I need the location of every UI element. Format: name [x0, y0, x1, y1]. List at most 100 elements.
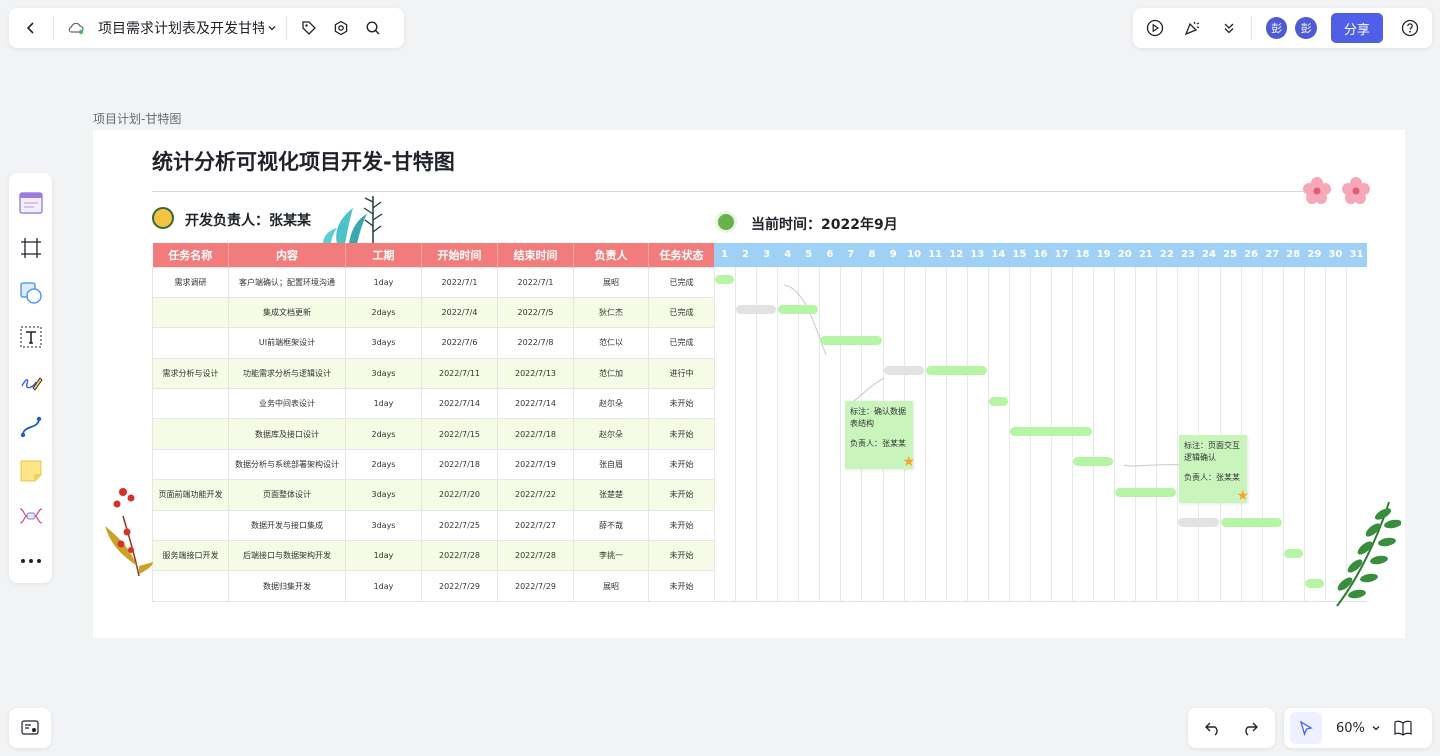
table-cell: 需求调研: [152, 266, 229, 298]
undo-icon[interactable]: [1197, 712, 1229, 744]
owner-avatar-icon: [152, 207, 174, 229]
table-cell: 2022/7/28: [497, 540, 574, 572]
table-cell: 李挑一: [573, 540, 649, 572]
table-cell: [152, 296, 229, 329]
table-cell: 客户端确认；配置环境沟通: [228, 266, 346, 298]
table-cell: 后端接口与数据架构开发: [228, 540, 346, 572]
table-cell: 功能需求分析与逻辑设计: [228, 357, 346, 390]
dependency-lines: [783, 284, 1185, 467]
table-cell: 范仁加: [573, 357, 649, 390]
template-icon[interactable]: [9, 181, 52, 226]
divider: [1250, 16, 1252, 40]
column-header: 工期: [345, 243, 422, 267]
table-cell: 2022/7/29: [497, 570, 574, 602]
table-row: 数据开发与接口集成 3days 2022/7/25 2022/7/27 薛不哉 未开始: [152, 509, 715, 542]
avatar[interactable]: 彭: [1295, 17, 1317, 39]
table-cell: 展昭: [573, 266, 649, 298]
note-text: 标注：页面交互: [1184, 441, 1240, 450]
table-cell: 2022/7/6: [421, 327, 498, 359]
gantt-bar[interactable]: [1178, 518, 1219, 528]
table-cell: 2days: [345, 418, 422, 450]
table-cell: 未开始: [648, 418, 715, 450]
gantt-bar[interactable]: [1220, 518, 1282, 528]
pen-icon[interactable]: [9, 360, 52, 405]
top-left-toolbar: 项目需求计划表及开发甘特图: [9, 8, 404, 48]
table-cell: 1day: [345, 266, 422, 298]
gantt-bar[interactable]: [988, 396, 1008, 406]
note-text: 逻辑确认: [1184, 453, 1216, 462]
gantt-bar[interactable]: [925, 366, 987, 376]
connector-icon[interactable]: [9, 404, 52, 449]
gantt-bar[interactable]: [820, 335, 882, 345]
table-cell: 已完成: [648, 266, 715, 298]
divider: [53, 16, 54, 40]
help-icon[interactable]: [1395, 12, 1426, 44]
frame-label[interactable]: 项目计划-甘特图: [93, 110, 181, 127]
left-toolbar: [9, 173, 52, 583]
board-map-toolbar: [9, 708, 51, 748]
table-cell: [152, 448, 229, 481]
annotation-note[interactable]: 标注：确认数据 表结构 负责人：张某某 ★: [845, 401, 915, 469]
gantt-bar[interactable]: [1283, 548, 1303, 558]
gantt-bar[interactable]: [1009, 427, 1093, 436]
table-cell: 未开始: [648, 570, 715, 602]
book-icon[interactable]: [1387, 712, 1419, 744]
table-cell: 2022/7/14: [421, 388, 498, 420]
table-cell: 2022/7/15: [421, 418, 498, 450]
cloud-sync-icon: [60, 12, 92, 44]
gantt-bar[interactable]: [778, 305, 819, 315]
gantt-bar[interactable]: [715, 275, 735, 284]
chevron-down-icon[interactable]: [1365, 712, 1387, 744]
table-cell: 集成文档更新: [228, 296, 346, 329]
table-cell: 3days: [345, 479, 422, 511]
table-cell: 3days: [345, 509, 422, 542]
minimap-icon[interactable]: [14, 712, 46, 744]
column-header: 任务名称: [152, 243, 229, 267]
document-title[interactable]: 项目需求计划表及开发甘特图: [98, 18, 264, 38]
chevron-down-icon[interactable]: [264, 12, 280, 44]
berry-decoration: [105, 488, 153, 577]
search-icon[interactable]: [357, 12, 389, 44]
back-icon[interactable]: [15, 12, 47, 44]
sticky-note-icon[interactable]: [9, 449, 52, 494]
tag-icon[interactable]: [293, 12, 325, 44]
gantt-bar[interactable]: [1304, 579, 1324, 588]
table-row: 需求分析与设计 功能需求分析与逻辑设计 3days 2022/7/11 2022/7/1…: [152, 357, 715, 390]
table-cell: 进行中: [648, 357, 715, 390]
table-cell: 张楚楚: [573, 479, 649, 511]
avatar[interactable]: 彭: [1265, 17, 1288, 39]
table-row: 数据库及接口设计 2days 2022/7/15 2022/7/18 赵尔朵 未开始: [152, 418, 715, 450]
table-cell: 数据分析与系统部署架构设计: [228, 448, 346, 481]
table-cell: 2022/7/4: [421, 296, 498, 329]
table-cell: 1day: [345, 388, 422, 420]
table-cell: 已完成: [648, 296, 715, 329]
table-cell: 2022/7/5: [497, 296, 574, 329]
gantt-bar[interactable]: [1073, 457, 1114, 467]
gantt-bar[interactable]: [1115, 487, 1177, 497]
gantt-bar[interactable]: [883, 366, 924, 376]
table-cell: [152, 418, 229, 450]
table-row: 页面前端功能开发 页面整体设计 3days 2022/7/20 2022/7/22 张楚楚…: [152, 479, 715, 511]
share-button[interactable]: 分享: [1330, 13, 1383, 43]
annotation-note[interactable]: 标注：页面交互 逻辑确认 负责人：张某某 ★: [1179, 435, 1249, 503]
frame-icon[interactable]: [9, 226, 52, 271]
expand-more-icon[interactable]: [1214, 12, 1245, 44]
zoom-toolbar: 60%: [1284, 708, 1432, 748]
mindmap-icon[interactable]: [9, 494, 52, 539]
table-cell: 未开始: [648, 509, 715, 542]
present-icon[interactable]: [1139, 12, 1170, 44]
zoom-level[interactable]: 60%: [1336, 721, 1365, 736]
table-cell: 2022/7/18: [497, 418, 574, 450]
redo-icon[interactable]: [1234, 712, 1266, 744]
select-cursor-icon[interactable]: [1290, 712, 1322, 744]
settings-icon[interactable]: [325, 12, 357, 44]
more-icon[interactable]: [9, 538, 52, 583]
text-icon[interactable]: [9, 315, 52, 360]
flower-decoration: [1303, 177, 1370, 204]
divider: [152, 191, 1327, 192]
shape-icon[interactable]: [9, 270, 52, 315]
table-cell: 业务中间表设计: [228, 388, 346, 420]
table-cell: 2days: [345, 448, 422, 481]
celebrate-icon[interactable]: [1176, 12, 1207, 44]
gantt-bar[interactable]: [736, 305, 777, 315]
